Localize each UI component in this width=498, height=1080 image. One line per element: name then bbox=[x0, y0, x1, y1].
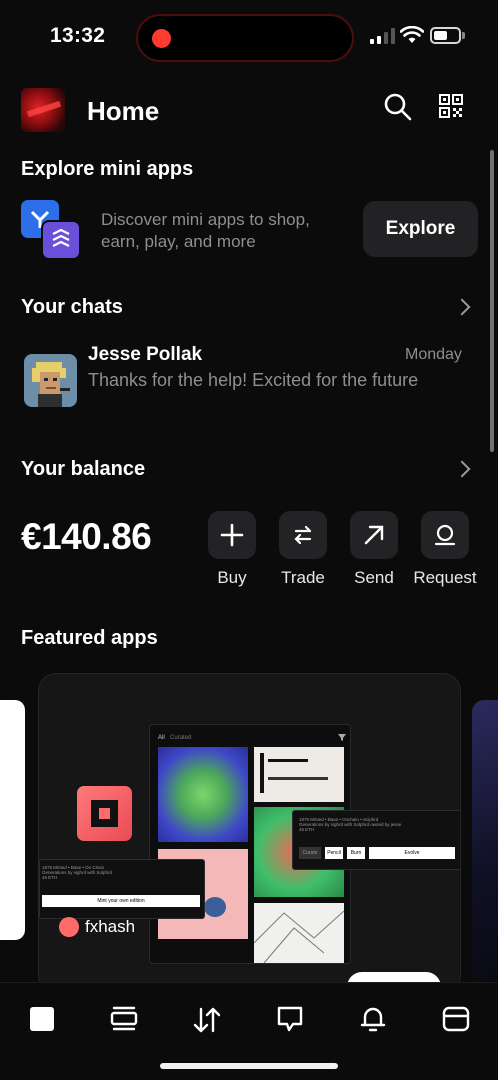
preview-tab: Curated bbox=[170, 735, 192, 741]
home-icon bbox=[30, 1007, 54, 1031]
request-label: Request bbox=[413, 568, 477, 587]
home-indicator[interactable] bbox=[160, 1063, 338, 1069]
pencil-button: Pencil bbox=[325, 847, 343, 859]
explore-description: Discover mini apps to shop, earn, play, … bbox=[101, 210, 310, 251]
tab-home[interactable] bbox=[24, 1001, 60, 1037]
browser-icon bbox=[442, 1006, 470, 1032]
signal-icon bbox=[370, 28, 395, 44]
buy-label: Buy bbox=[217, 568, 247, 587]
artwork-tile bbox=[158, 747, 248, 842]
mint-edition-button: Mint your own edition bbox=[42, 895, 200, 907]
stack-icon bbox=[110, 1006, 138, 1031]
curate-button: Curate bbox=[299, 847, 321, 859]
swap-icon bbox=[279, 511, 327, 559]
trade-label: Trade bbox=[281, 568, 325, 587]
artwork-tile bbox=[253, 903, 345, 964]
tab-browser[interactable] bbox=[438, 1001, 474, 1037]
explore-button[interactable]: Explore bbox=[363, 201, 478, 257]
chevron-right-icon[interactable] bbox=[453, 460, 471, 478]
filter-icon bbox=[338, 734, 346, 741]
chat-contact-name: Jesse Pollak bbox=[88, 344, 203, 365]
status-bar: 13:32 bbox=[0, 0, 498, 74]
balance-section-title[interactable]: Your balance bbox=[21, 458, 145, 481]
chat-timestamp: Monday bbox=[405, 346, 462, 363]
burn-button: Burn bbox=[347, 847, 365, 859]
chats-section-title[interactable]: Your chats bbox=[21, 296, 123, 319]
buy-button[interactable]: Buy bbox=[197, 511, 267, 588]
evolve-button: Evolve bbox=[369, 847, 455, 859]
tab-assets[interactable] bbox=[106, 1001, 142, 1037]
featured-app-card-previous[interactable] bbox=[0, 700, 25, 940]
trade-button[interactable]: Trade bbox=[268, 511, 338, 588]
search-icon[interactable] bbox=[383, 92, 413, 122]
avatar bbox=[24, 354, 77, 407]
page-title: Home bbox=[87, 96, 160, 126]
fxhash-icon bbox=[59, 917, 79, 937]
status-time: 13:32 bbox=[50, 24, 106, 47]
featured-section-title: Featured apps bbox=[21, 627, 158, 649]
tab-messages[interactable] bbox=[272, 1001, 308, 1037]
scrollbar[interactable] bbox=[490, 150, 494, 452]
request-button[interactable]: Request bbox=[410, 511, 480, 588]
tab-transfer[interactable] bbox=[189, 1001, 225, 1037]
explore-section-title: Explore mini apps bbox=[21, 158, 194, 180]
preview-tab: All bbox=[158, 735, 165, 741]
artwork-tile bbox=[254, 747, 344, 802]
wifi-icon bbox=[400, 26, 424, 43]
send-button[interactable]: Send bbox=[339, 511, 409, 588]
app-name-badge: fxhash bbox=[59, 917, 135, 937]
recording-indicator-icon bbox=[152, 29, 171, 48]
mini-apps-icon bbox=[21, 200, 81, 260]
transfer-icon bbox=[193, 1007, 221, 1033]
chat-icon bbox=[277, 1006, 303, 1032]
fxhash-logo-icon bbox=[77, 786, 132, 841]
qr-code-icon[interactable] bbox=[439, 94, 463, 118]
evolve-panel: 1875 Minted • Base • Onchain • Sciphrd Ge… bbox=[292, 810, 460, 870]
tab-notifications[interactable] bbox=[355, 1001, 391, 1037]
arrow-up-right-icon bbox=[350, 511, 398, 559]
plus-icon bbox=[208, 511, 256, 559]
chat-message-preview: Thanks for the help! Excited for the fut… bbox=[88, 370, 419, 390]
dynamic-island bbox=[136, 14, 354, 62]
chevron-right-icon[interactable] bbox=[453, 298, 471, 316]
featured-app-card[interactable]: All Curated 1875 Minted • Base • On Chai… bbox=[38, 673, 461, 993]
send-label: Send bbox=[354, 568, 394, 587]
featured-app-card-next[interactable] bbox=[472, 700, 498, 980]
battery-icon bbox=[430, 27, 461, 44]
mint-panel: 1875 Minted • Base • On Chain Generations… bbox=[39, 859, 205, 919]
app-name: fxhash bbox=[85, 917, 136, 936]
request-icon bbox=[421, 511, 469, 559]
balance-amount: €140.86 bbox=[21, 516, 152, 557]
wallet-avatar[interactable] bbox=[21, 88, 65, 132]
bell-icon bbox=[360, 1007, 386, 1032]
